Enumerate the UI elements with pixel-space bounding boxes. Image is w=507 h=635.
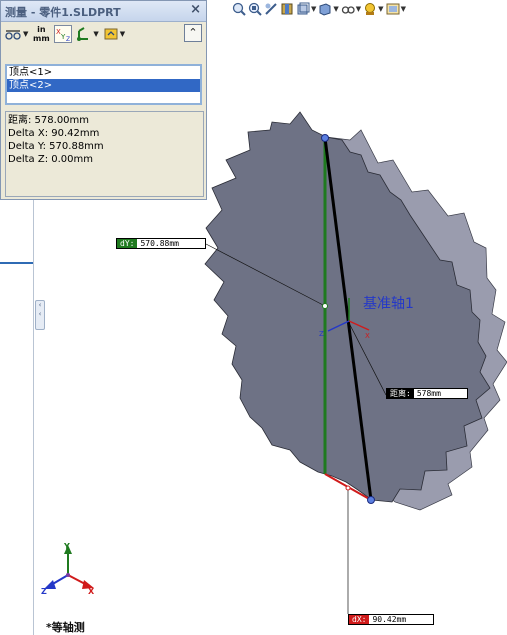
- measure-titlebar[interactable]: 测量 - 零件1.SLDPRT ×: [1, 1, 206, 22]
- xyz-relative-icon: XY Z: [56, 28, 70, 43]
- history-button[interactable]: ▼: [103, 24, 125, 44]
- midpoint-marker: [322, 303, 328, 309]
- close-icon[interactable]: ×: [190, 3, 201, 17]
- previous-view-icon: [265, 3, 277, 15]
- edit-appearance-icon: [365, 3, 376, 15]
- dx-callout-value: 90.42mm: [369, 615, 433, 624]
- triad-z-label: Z: [41, 587, 47, 596]
- projection-icon: [77, 27, 89, 41]
- measure-toolbar: ▼ in mm XYZ ▼ ▼: [1, 22, 206, 46]
- heads-up-view-toolbar: ▼ ▼ ▼ ▼ ▼: [228, 0, 507, 18]
- units-icon-bottom: mm: [33, 33, 50, 43]
- selection-item-vertex-2[interactable]: 顶点<2>: [7, 79, 200, 92]
- chevron-down-icon: ▼: [119, 30, 126, 38]
- chevron-down-icon: ▼: [93, 30, 99, 38]
- svg-text:X: X: [365, 332, 370, 340]
- svg-text:Z: Z: [319, 330, 324, 338]
- view-settings-button[interactable]: ▼: [386, 1, 406, 17]
- dx-callout: dX: 90.42mm: [348, 614, 434, 625]
- feature-manager-strip: [0, 200, 36, 635]
- measure-mode-button[interactable]: ▼: [4, 24, 28, 44]
- projection-button[interactable]: ▼: [76, 24, 99, 44]
- panel-edge: [33, 200, 34, 635]
- chevron-down-icon: ▼: [333, 4, 339, 13]
- distance-callout-value: 578mm: [413, 389, 467, 398]
- panel-splitter[interactable]: [0, 262, 33, 264]
- measure-dialog: 测量 - 零件1.SLDPRT × ▼ in mm XYZ ▼ ▼ ⌃ 顶点<1…: [0, 0, 207, 200]
- units-icon-top: in: [37, 24, 46, 34]
- measure-mode-icon: [5, 30, 21, 40]
- view-orientation-label: *等轴测: [46, 621, 85, 634]
- measure-results: 距离: 578.00mm Delta X: 90.42mm Delta Y: 5…: [5, 111, 204, 197]
- datum-axis-label[interactable]: 基准轴1: [363, 293, 414, 313]
- edit-appearance-button[interactable]: ▼: [363, 1, 384, 17]
- hide-show-icon: [341, 6, 355, 14]
- view-orientation-button[interactable]: ▼: [296, 1, 316, 17]
- svg-text:Z: Z: [66, 36, 70, 42]
- units-button[interactable]: in mm: [32, 24, 50, 44]
- dy-callout-label: dY:: [117, 239, 138, 248]
- selection-list[interactable]: 顶点<1> 顶点<2>: [5, 64, 202, 105]
- xyz-relative-button[interactable]: XYZ: [54, 25, 73, 43]
- section-view-icon: [281, 3, 293, 15]
- chevron-down-icon: ▼: [23, 30, 29, 38]
- zoom-to-fit-icon: [232, 2, 246, 16]
- distance-callout: 距离: 578mm: [386, 388, 468, 399]
- orientation-triad: [44, 545, 94, 589]
- zoom-area-icon: [248, 2, 262, 16]
- distance-callout-label: 距离:: [387, 389, 414, 398]
- measure-title: 测量 - 零件1.SLDPRT: [5, 6, 121, 19]
- hide-show-button[interactable]: ▼: [341, 1, 361, 17]
- result-delta-z: Delta Z: 0.00mm: [8, 154, 94, 165]
- result-distance: 距离: 578.00mm: [8, 115, 90, 126]
- view-settings-icon: [386, 3, 400, 15]
- expand-collapse-button[interactable]: ⌃: [184, 24, 202, 42]
- previous-view-button[interactable]: [264, 1, 278, 17]
- section-view-button[interactable]: [280, 1, 294, 17]
- chevron-down-icon: ▼: [311, 4, 317, 13]
- result-delta-x: Delta X: 90.42mm: [8, 128, 100, 139]
- chevron-down-icon: ▼: [355, 4, 362, 13]
- triad-y-label: Y: [64, 542, 70, 551]
- dy-callout: dY: 570.88mm: [116, 238, 206, 249]
- zoom-to-fit-button[interactable]: [232, 1, 246, 17]
- history-icon: [104, 28, 118, 40]
- collapse-panel-handle[interactable]: ‹ ‹: [35, 300, 45, 330]
- chevron-down-icon: ▼: [378, 4, 384, 13]
- display-style-button[interactable]: ▼: [318, 1, 339, 17]
- vertex-2-marker[interactable]: [367, 496, 375, 504]
- display-style-icon: [319, 3, 331, 16]
- selection-item-vertex-1[interactable]: 顶点<1>: [7, 66, 200, 79]
- result-delta-y: Delta Y: 570.88mm: [8, 141, 104, 152]
- chevron-down-icon: ▼: [400, 4, 406, 13]
- dx-callout-label: dX:: [349, 615, 370, 624]
- dx-midpoint-marker: [345, 485, 351, 491]
- view-orientation-icon: [297, 2, 310, 15]
- dy-callout-value: 570.88mm: [137, 239, 205, 248]
- triad-x-label: X: [88, 587, 95, 596]
- vertex-1-marker[interactable]: [321, 134, 329, 142]
- zoom-area-button[interactable]: [248, 1, 262, 17]
